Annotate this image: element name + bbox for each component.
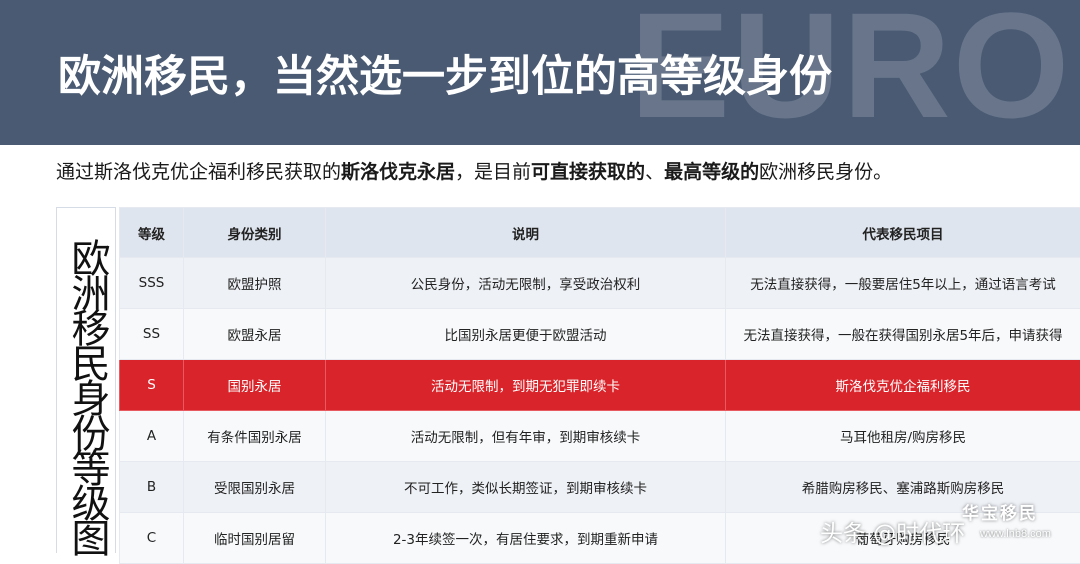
description-cell: 公民身份，活动无限制，享受政治权利	[326, 258, 726, 309]
side-label-box: 欧洲移民身份等级图	[56, 207, 116, 553]
col-header-status-type: 身份类别	[184, 208, 326, 258]
table-row-highlighted: S 国别永居 活动无限制，到期无犯罪即续卡 斯洛伐克优企福利移民	[120, 360, 1080, 411]
status-type-cell: 临时国别居留	[184, 513, 326, 564]
program-cell: 无法直接获得，一般要居住5年以上，通过语言考试	[726, 258, 1080, 309]
intro-bold-2: 可直接获取的	[531, 161, 645, 183]
page-title: 欧洲移民，当然选一步到位的高等级身份	[58, 52, 832, 104]
status-type-cell: 国别永居	[184, 360, 326, 411]
description-cell: 比国别永居更便于欧盟活动	[326, 309, 726, 360]
table-row: SSS 欧盟护照 公民身份，活动无限制，享受政治权利 无法直接获得，一般要居住5…	[120, 258, 1080, 309]
intro-sentence: 通过斯洛伐克优企福利移民获取的斯洛伐克永居，是目前可直接获取的、最高等级的欧洲移…	[56, 160, 892, 185]
table-row: SS 欧盟永居 比国别永居更便于欧盟活动 无法直接获得，一般在获得国别永居5年后…	[120, 309, 1080, 360]
program-cell: 无法直接获得，一般在获得国别永居5年后，申请获得	[726, 309, 1080, 360]
description-cell: 活动无限制，但有年审，到期审核续卡	[326, 411, 726, 462]
status-type-cell: 有条件国别永居	[184, 411, 326, 462]
description-cell: 活动无限制，到期无犯罪即续卡	[326, 360, 726, 411]
level-cell: C	[120, 513, 184, 564]
col-header-program: 代表移民项目	[726, 208, 1080, 258]
level-cell: SSS	[120, 258, 184, 309]
intro-text-2: ，是目前	[455, 161, 531, 183]
immigration-status-table: 等级 身份类别 说明 代表移民项目 SSS 欧盟护照 公民身份，活动无限制，享受…	[119, 207, 1080, 564]
col-header-description: 说明	[326, 208, 726, 258]
title-banner: EUROPE 欧洲移民，当然选一步到位的高等级身份	[0, 0, 1080, 145]
program-cell: 马耳他租房/购房移民	[726, 411, 1080, 462]
toutiao-watermark: 头条 @时代环	[820, 514, 965, 548]
status-type-cell: 欧盟护照	[184, 258, 326, 309]
table-header-row: 等级 身份类别 说明 代表移民项目	[120, 208, 1080, 258]
intro-text-1: 通过斯洛伐克优企福利移民获取的	[56, 161, 341, 183]
side-label-text: 欧洲移民身份等级图	[61, 238, 113, 553]
level-cell: B	[120, 462, 184, 513]
status-type-cell: 欧盟永居	[184, 309, 326, 360]
intro-bold-1: 斯洛伐克永居	[341, 161, 455, 183]
intro-text-3: 、	[645, 161, 664, 183]
program-cell: 斯洛伐克优企福利移民	[726, 360, 1080, 411]
status-type-cell: 受限国别永居	[184, 462, 326, 513]
col-header-level: 等级	[120, 208, 184, 258]
intro-text-4: 欧洲移民身份。	[759, 161, 892, 183]
description-cell: 不可工作，类似长期签证，到期审核续卡	[326, 462, 726, 513]
brand-watermark: 华宝移民	[962, 499, 1038, 524]
intro-bold-3: 最高等级的	[664, 161, 759, 183]
level-cell: S	[120, 360, 184, 411]
table-row: A 有条件国别永居 活动无限制，但有年审，到期审核续卡 马耳他租房/购房移民	[120, 411, 1080, 462]
url-watermark: www.lnb8.com	[980, 528, 1051, 540]
level-cell: SS	[120, 309, 184, 360]
level-cell: A	[120, 411, 184, 462]
table-row: B 受限国别永居 不可工作，类似长期签证，到期审核续卡 希腊购房移民、塞浦路斯购…	[120, 462, 1080, 513]
description-cell: 2-3年续签一次，有居住要求，到期重新申请	[326, 513, 726, 564]
